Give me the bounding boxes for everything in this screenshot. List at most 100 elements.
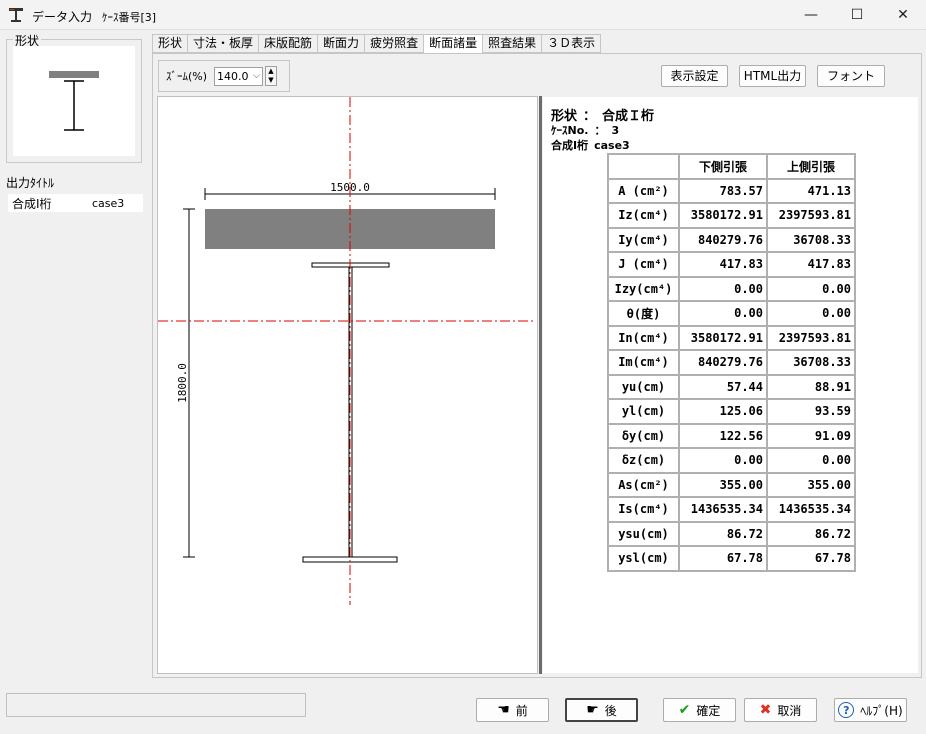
table-row: yl(cm) 125.06 93.59 (608, 399, 855, 424)
lower-tension-value-cell: 0.00 (679, 276, 767, 301)
property-name-cell: In(cm⁴) (608, 325, 679, 350)
upper-tension-value-cell: 2397593.81 (767, 203, 855, 228)
lower-tension-value-cell: 355.00 (679, 472, 767, 497)
html-output-button[interactable]: HTML出力 (739, 65, 806, 87)
lower-tension-value-cell: 417.83 (679, 252, 767, 277)
ok-button-label: 確定 (696, 703, 721, 718)
zoom-label: ｽﾞｰﾑ(%) (166, 70, 208, 83)
properties-table: 下側引張 上側引張 A (cm²) 783.57 471.13 Iz(cm⁴) 3580… (607, 153, 856, 572)
result-title-value: case3 (594, 139, 630, 152)
table-row: J (cm⁴) 417.83 417.83 (608, 252, 855, 277)
next-button[interactable]: ☛ 後 (565, 698, 638, 722)
output-title-label: 出力ﾀｲﾄﾙ (6, 176, 55, 190)
check-icon: ✔ (678, 702, 691, 718)
font-button[interactable]: フォント (817, 65, 885, 87)
hand-left-icon: ☚ (497, 702, 510, 718)
upper-tension-value-cell: 417.83 (767, 252, 855, 277)
table-row: δy(cm) 122.56 91.09 (608, 423, 855, 448)
result-case-sep: ： (594, 124, 606, 137)
table-row: ysu(cm) 86.72 86.72 (608, 521, 855, 546)
panel-splitter[interactable] (539, 96, 542, 674)
tab-3d-view[interactable]: ３Ｄ表示 (542, 34, 602, 53)
help-button-label: ﾍﾙﾌﾟ(H) (860, 703, 903, 718)
property-name-cell: ysu(cm) (608, 521, 679, 546)
upper-tension-value-cell: 93.59 (767, 399, 855, 424)
display-settings-button[interactable]: 表示設定 (661, 65, 728, 87)
chevron-down-icon[interactable]: ⌵ (253, 68, 260, 85)
table-row: Is(cm⁴) 1436535.34 1436535.34 (608, 497, 855, 522)
lower-tension-value-cell: 86.72 (679, 521, 767, 546)
shape-group: 形状 (6, 32, 142, 163)
height-dim-label: 1800.0 (176, 363, 189, 403)
upper-tension-value-cell: 355.00 (767, 472, 855, 497)
window-title: データ入力 ｹｰｽ番号[3] (32, 8, 156, 25)
table-header-row: 下側引張 上側引張 (608, 154, 855, 179)
help-button[interactable]: ? ﾍﾙﾌﾟ(H) (834, 698, 907, 722)
section-drawing-panel: 1500.0 1800.0 (157, 96, 538, 674)
result-case-value: 3 (611, 124, 620, 137)
upper-tension-value-cell: 67.78 (767, 546, 855, 571)
close-button[interactable]: ✕ (880, 0, 926, 30)
property-name-cell: θ(度) (608, 301, 679, 326)
upper-tension-value-cell: 36708.33 (767, 350, 855, 375)
table-row: Im(cm⁴) 840279.76 36708.33 (608, 350, 855, 375)
zoom-select[interactable]: 140.0 ⌵ (214, 67, 263, 86)
spin-up-icon[interactable]: ▲ (266, 67, 276, 76)
properties-table-body: A (cm²) 783.57 471.13 Iz(cm⁴) 3580172.91 2397… (608, 178, 855, 571)
cancel-button[interactable]: ✖ 取消 (744, 698, 817, 722)
left-panel: 形状 出力ﾀｲﾄﾙ 合成I桁 case3 (0, 31, 150, 679)
result-title-name: 合成I桁 (551, 139, 589, 152)
status-bar (6, 693, 306, 717)
tab-dimensions[interactable]: 寸法・板厚 (188, 34, 260, 53)
table-row: Iz(cm⁴) 3580172.91 2397593.81 (608, 203, 855, 228)
upper-tension-value-cell: 0.00 (767, 301, 855, 326)
upper-tension-value-cell: 0.00 (767, 448, 855, 473)
lower-tension-value-cell: 0.00 (679, 301, 767, 326)
property-name-cell: Izy(cm⁴) (608, 276, 679, 301)
lower-tension-value-cell: 840279.76 (679, 350, 767, 375)
property-name-cell: ysl(cm) (608, 546, 679, 571)
next-button-label: 後 (604, 703, 617, 718)
zoom-spinner[interactable]: ▲ ▼ (265, 66, 277, 86)
tab-shape[interactable]: 形状 (152, 34, 189, 53)
lower-tension-value-cell: 3580172.91 (679, 325, 767, 350)
tab-slab-reinforcement[interactable]: 床版配筋 (259, 34, 319, 53)
property-name-cell: yu(cm) (608, 374, 679, 399)
lower-tension-value-cell: 67.78 (679, 546, 767, 571)
maximize-button[interactable]: ☐ (834, 0, 880, 30)
property-name-cell: Iz(cm⁴) (608, 203, 679, 228)
tab-section-properties[interactable]: 断面諸量 (424, 34, 484, 54)
lower-tension-value-cell: 783.57 (679, 178, 767, 203)
table-row: Iy(cm⁴) 840279.76 36708.33 (608, 227, 855, 252)
header-upper-tension: 上側引張 (767, 154, 855, 179)
upper-tension-value-cell: 471.13 (767, 178, 855, 203)
tab-check-results[interactable]: 照査結果 (483, 34, 543, 53)
property-name-cell: As(cm²) (608, 472, 679, 497)
result-case-key: ｹｰｽNo. (551, 124, 589, 137)
property-name-cell: δz(cm) (608, 448, 679, 473)
upper-tension-value-cell: 2397593.81 (767, 325, 855, 350)
property-name-cell: Is(cm⁴) (608, 497, 679, 522)
lower-tension-value-cell: 3580172.91 (679, 203, 767, 228)
tab-section-forces[interactable]: 断面力 (318, 34, 366, 53)
table-row: As(cm²) 355.00 355.00 (608, 472, 855, 497)
section-drawing: 1500.0 1800.0 (158, 97, 536, 605)
prev-button[interactable]: ☚ 前 (476, 698, 549, 722)
property-name-cell: A (cm²) (608, 178, 679, 203)
ok-button[interactable]: ✔ 確定 (663, 698, 736, 722)
prev-button-label: 前 (515, 703, 528, 718)
case-number-label: ｹｰｽ番号[3] (102, 11, 157, 24)
window-title-text: データ入力 (32, 10, 93, 24)
table-row: yu(cm) 57.44 88.91 (608, 374, 855, 399)
output-title-row[interactable]: 合成I桁 case3 (8, 194, 143, 212)
output-title-value: case3 (92, 196, 125, 210)
spin-down-icon[interactable]: ▼ (266, 76, 276, 85)
i-girder-preview-icon (49, 71, 99, 131)
minimize-button[interactable]: — (788, 0, 834, 30)
table-row: A (cm²) 783.57 471.13 (608, 178, 855, 203)
table-row: Izy(cm⁴) 0.00 0.00 (608, 276, 855, 301)
lower-tension-value-cell: 125.06 (679, 399, 767, 424)
upper-tension-value-cell: 36708.33 (767, 227, 855, 252)
table-row: In(cm⁴) 3580172.91 2397593.81 (608, 325, 855, 350)
tab-fatigue-check[interactable]: 疲労照査 (365, 34, 425, 53)
